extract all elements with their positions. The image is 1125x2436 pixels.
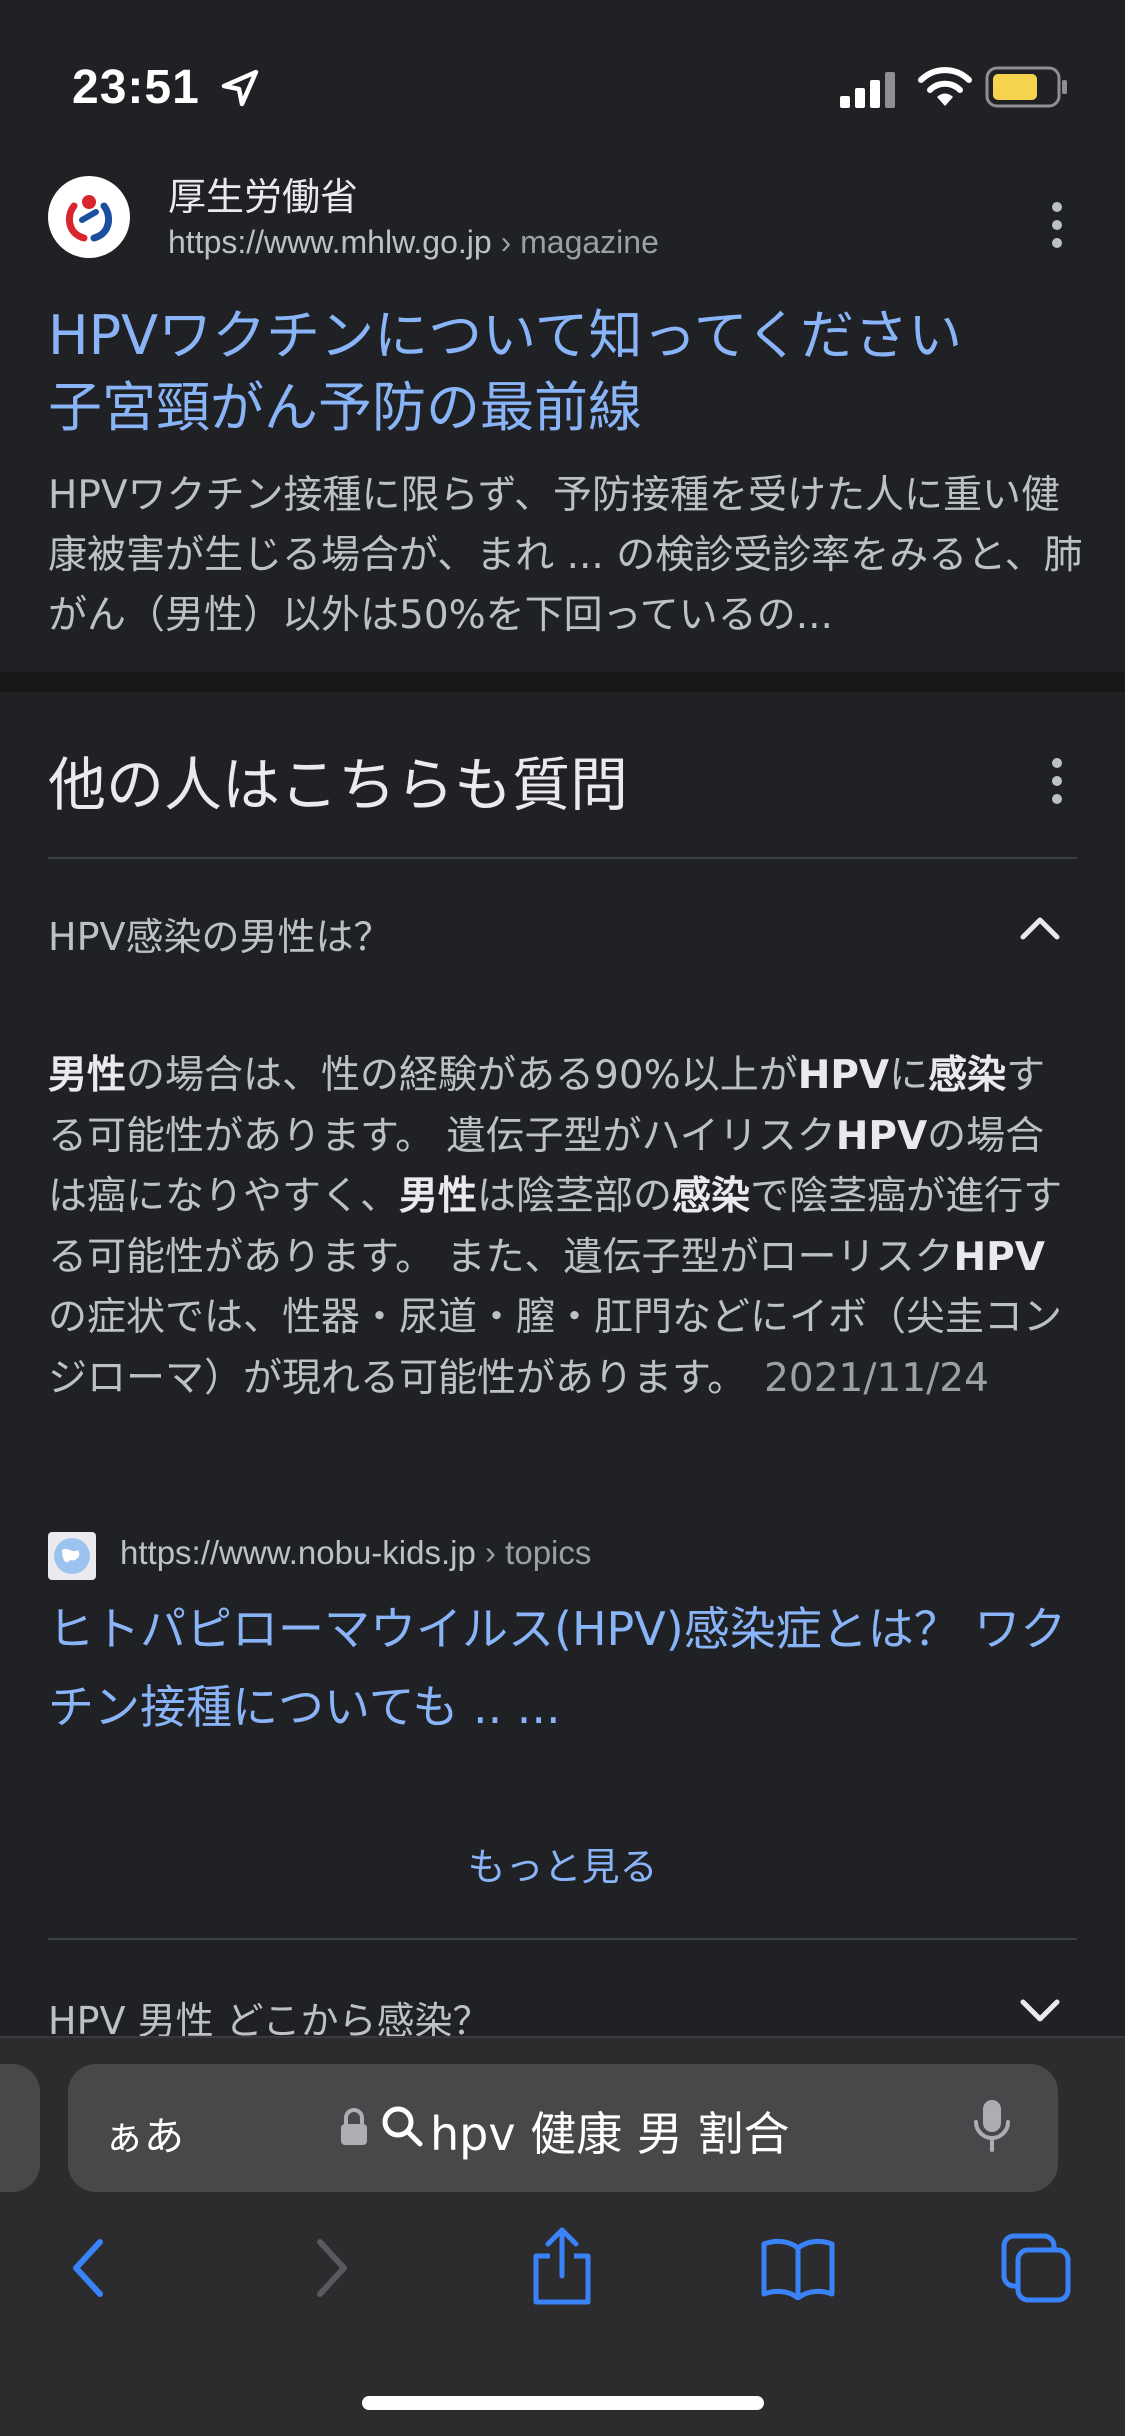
forward-arrow-icon[interactable] bbox=[312, 2236, 352, 2300]
share-icon[interactable] bbox=[528, 2226, 596, 2306]
paa-more-options-icon[interactable] bbox=[1052, 758, 1064, 812]
previous-tab-peek[interactable] bbox=[0, 2064, 40, 2192]
page-settings-button[interactable]: ぁあ bbox=[104, 2104, 184, 2162]
result-title-line1: HPVワクチンについて知ってください bbox=[48, 304, 963, 367]
result-more-options-icon[interactable] bbox=[1052, 202, 1064, 256]
source-title-link[interactable]: ヒトパピローマウイルス(HPV)感染症とは？ ワクチン接種についても .. ..… bbox=[48, 1590, 1083, 1746]
source-url-crumb: › topics bbox=[485, 1534, 592, 1571]
address-bar-query[interactable]: hpv 健康 男 割合 bbox=[430, 2098, 789, 2164]
paa-question-1[interactable]: HPV感染の男性は？ bbox=[48, 906, 392, 961]
lock-icon bbox=[341, 2108, 367, 2145]
paa-divider-2 bbox=[48, 1938, 1077, 1940]
bookmarks-book-icon[interactable] bbox=[760, 2236, 836, 2300]
result-site-name: 厚生労働省 bbox=[168, 175, 359, 219]
paa-answer-text: 男性の場合は、性の経験がある90%以上がHPVに感染する可能性があります。 遺伝… bbox=[48, 1053, 1063, 1401]
result-url: https://www.mhlw.go.jp › magazine bbox=[168, 224, 659, 261]
paa-answer-date: 2021/11/24 bbox=[764, 1355, 989, 1401]
home-indicator[interactable] bbox=[362, 2396, 764, 2410]
globe-favicon-icon bbox=[48, 1532, 96, 1580]
status-time: 23:51 bbox=[72, 61, 200, 114]
result-url-crumb: › magazine bbox=[500, 224, 659, 260]
cellular-signal-icon bbox=[840, 72, 895, 108]
battery-icon bbox=[985, 66, 1067, 108]
result-url-domain: https://www.mhlw.go.jp bbox=[168, 224, 492, 260]
people-also-ask-heading: 他の人はこちらも質問 bbox=[48, 751, 629, 819]
result-title-link[interactable]: HPVワクチンについて知ってください 子宮頸がん予防の最前線 bbox=[48, 300, 1078, 444]
tabs-overview-icon[interactable] bbox=[1000, 2232, 1072, 2304]
mhlw-favicon[interactable] bbox=[48, 176, 130, 258]
microphone-icon[interactable] bbox=[972, 2098, 1012, 2154]
show-more-button[interactable]: もっと見る bbox=[0, 1836, 1125, 1891]
wifi-icon bbox=[918, 67, 972, 106]
result-snippet: HPVワクチン接種に限らず、予防接種を受けた人に重い健康被害が生じる場合が、まれ… bbox=[48, 473, 1083, 638]
paa-divider bbox=[48, 857, 1077, 859]
chevron-up-icon[interactable] bbox=[1018, 912, 1062, 942]
location-arrow-icon bbox=[221, 69, 259, 107]
source-url: https://www.nobu-kids.jp › topics bbox=[120, 1534, 591, 1572]
result-title-line2: 子宮頸がん予防の最前線 bbox=[48, 376, 642, 439]
section-divider bbox=[0, 672, 1125, 692]
search-icon bbox=[382, 2106, 423, 2147]
back-arrow-icon[interactable] bbox=[68, 2236, 108, 2300]
source-url-domain: https://www.nobu-kids.jp bbox=[120, 1534, 476, 1571]
mhlw-logo-icon bbox=[51, 179, 127, 255]
chevron-down-icon[interactable] bbox=[1018, 1996, 1062, 2026]
